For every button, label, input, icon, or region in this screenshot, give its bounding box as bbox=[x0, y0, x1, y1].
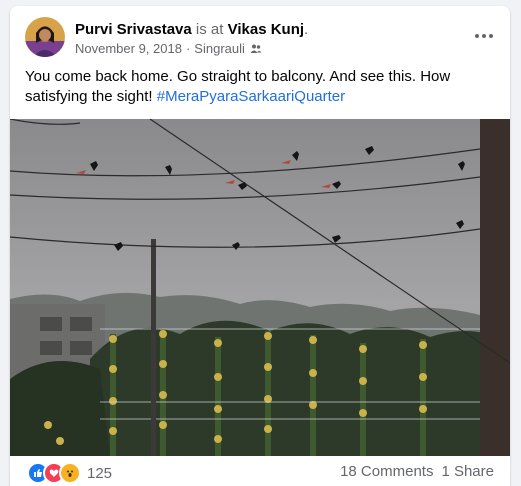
post-card: Purvi Srivastava is at Vikas Kunj. Novem… bbox=[10, 6, 510, 486]
avatar-image bbox=[25, 17, 65, 57]
post-photo[interactable] bbox=[10, 119, 510, 456]
friends-icon[interactable] bbox=[250, 43, 262, 55]
more-options-icon[interactable] bbox=[470, 26, 498, 46]
birds-on-wires-photo bbox=[10, 119, 510, 456]
hashtag-link[interactable]: #MeraPyaraSarkaariQuarter bbox=[157, 88, 345, 105]
post-date[interactable]: November 9, 2018 bbox=[75, 41, 182, 57]
post-location[interactable]: Singrauli bbox=[194, 41, 245, 57]
reaction-summary[interactable]: 125 bbox=[27, 462, 112, 484]
wow-icon bbox=[59, 462, 81, 484]
post-footer: 125 18 Comments 1 Share bbox=[10, 458, 510, 486]
post-header: Purvi Srivastava is at Vikas Kunj. Novem… bbox=[10, 6, 510, 60]
meta-separator: · bbox=[185, 41, 191, 56]
checkin-connector: is at bbox=[195, 21, 224, 38]
shares-count[interactable]: 1 Share bbox=[441, 463, 494, 480]
place-link[interactable]: Vikas Kunj bbox=[228, 21, 304, 38]
comments-count[interactable]: 18 Comments bbox=[340, 463, 433, 480]
avatar[interactable] bbox=[25, 17, 65, 57]
author-line: Purvi Srivastava is at Vikas Kunj. bbox=[75, 21, 308, 39]
post-text: You come back home. Go straight to balco… bbox=[25, 67, 495, 107]
author-name[interactable]: Purvi Srivastava bbox=[75, 21, 192, 38]
reaction-count[interactable]: 125 bbox=[87, 465, 112, 482]
engagement-stats: 18 Comments 1 Share bbox=[340, 463, 494, 480]
place-suffix: . bbox=[304, 21, 309, 38]
post-meta: November 9, 2018 · Singrauli bbox=[75, 41, 262, 57]
